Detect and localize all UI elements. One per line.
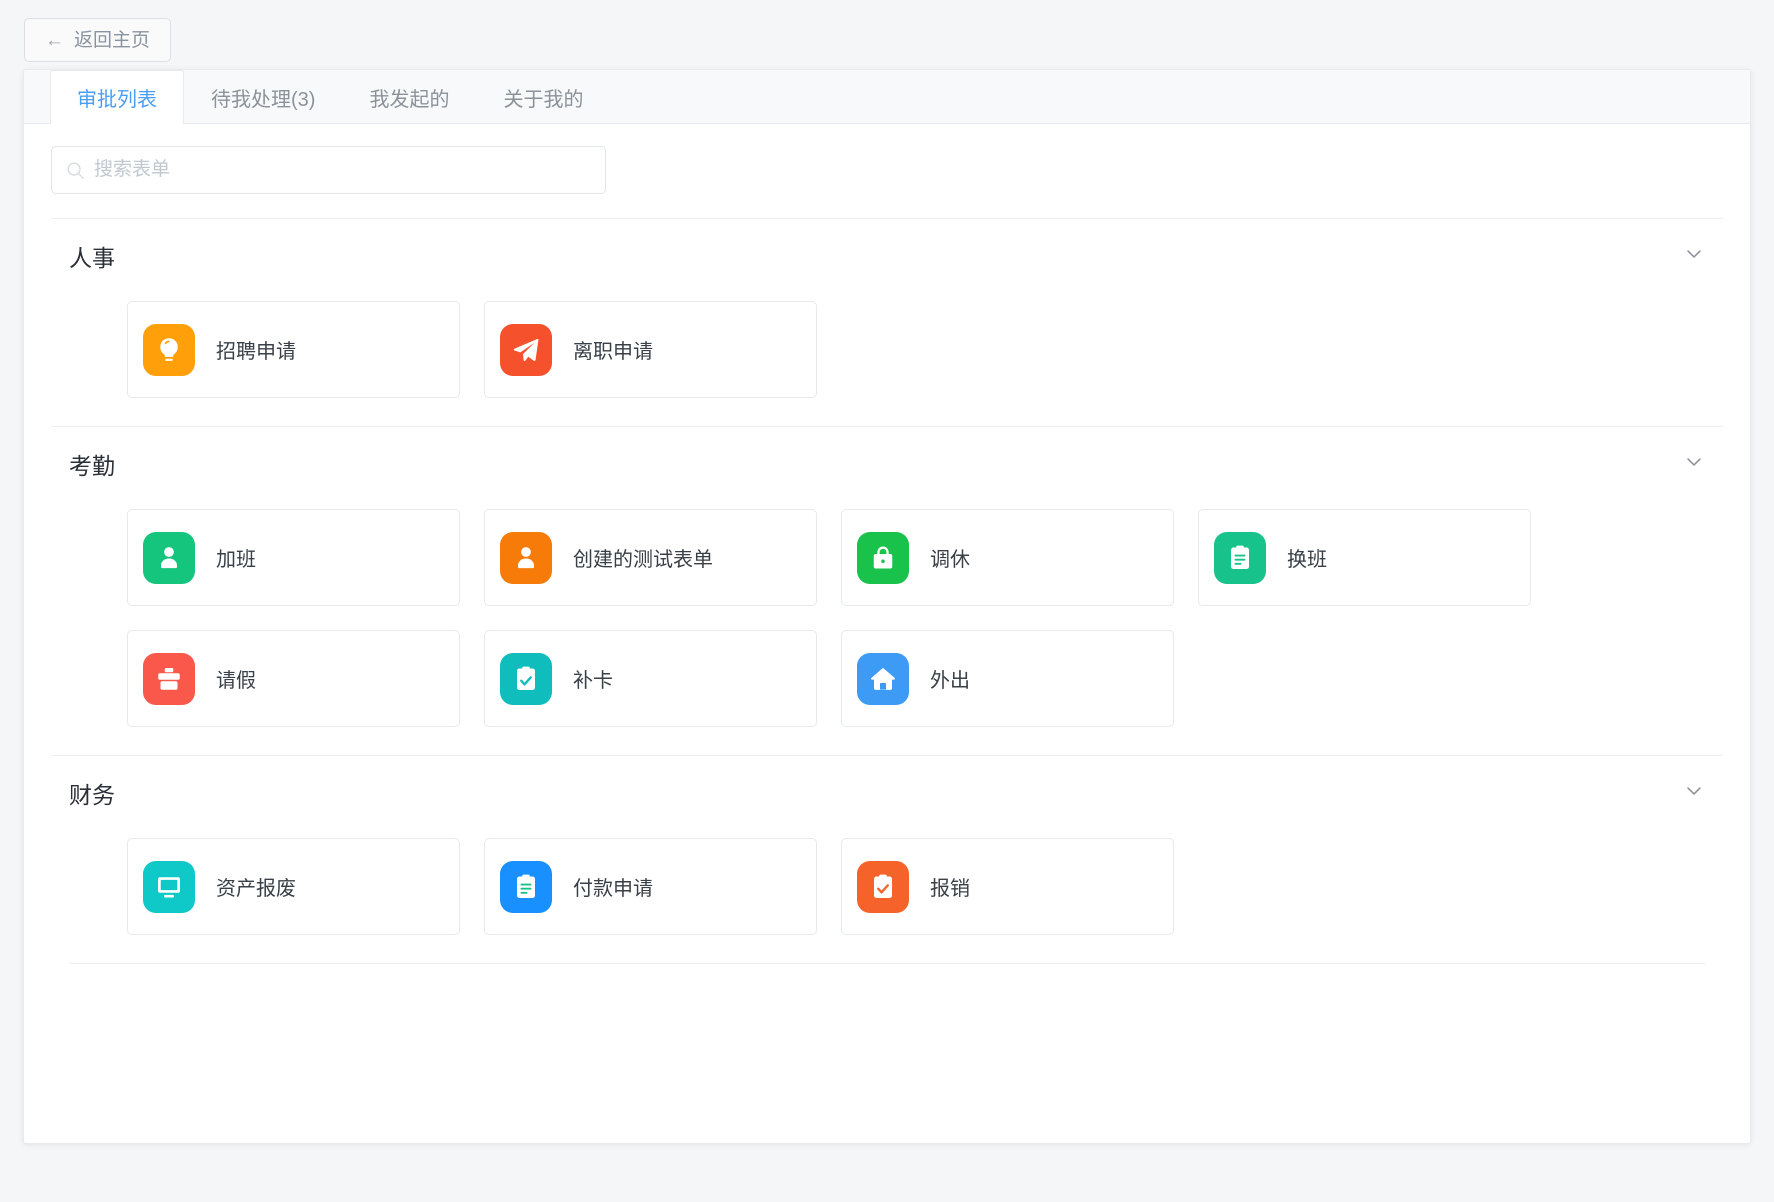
section-title: 财务 [69, 782, 115, 808]
form-card[interactable]: 创建的测试表单 [484, 509, 817, 606]
form-card-label: 请假 [216, 670, 256, 692]
form-card-grid: 招聘申请 离职申请 [51, 273, 1723, 402]
form-card-label: 招聘申请 [216, 341, 296, 363]
form-card-label: 资产报废 [216, 878, 296, 900]
paper-plane-icon [500, 323, 552, 376]
monitor-icon [143, 860, 195, 913]
clipboard-check-icon [500, 652, 552, 705]
form-card[interactable]: 资产报废 [127, 838, 460, 935]
section-header[interactable]: 考勤 [51, 427, 1723, 481]
tab-3[interactable]: 关于我的 [476, 70, 610, 124]
briefcase-icon [143, 652, 195, 705]
home-icon [857, 652, 909, 705]
form-card[interactable]: 补卡 [484, 630, 817, 727]
lightbulb-icon [143, 323, 195, 376]
sections-scroll-area[interactable]: 人事招聘申请 离职申请考勤加班 创建的测试表单 调休 换班请假 补卡 外出财务资产报废 付款申… [24, 194, 1750, 1143]
chevron-down-icon[interactable] [1683, 780, 1705, 807]
tab-1[interactable]: 待我处理(3) [184, 70, 342, 124]
search-input[interactable] [94, 159, 591, 181]
bottom-divider [69, 963, 1705, 964]
tab-bar: 审批列表 待我处理(3) 我发起的 关于我的 [24, 70, 1750, 124]
tab-label: 我发起的 [369, 89, 450, 111]
form-card[interactable]: 离职申请 [484, 301, 817, 398]
bag-icon [857, 531, 909, 584]
person-icon [143, 531, 195, 584]
form-card[interactable]: 调休 [841, 509, 1174, 606]
section-title: 人事 [69, 245, 115, 271]
form-card-label: 报销 [930, 878, 970, 900]
form-card[interactable]: 招聘申请 [127, 301, 460, 398]
form-card[interactable]: 请假 [127, 630, 460, 727]
form-card-label: 补卡 [573, 670, 613, 692]
back-bar: ← 返回主页 [0, 0, 1774, 62]
form-card-label: 换班 [1287, 549, 1327, 571]
search-box[interactable] [51, 146, 606, 194]
tab-label: 关于我的 [503, 89, 584, 111]
tab-label: 审批列表 [77, 89, 157, 111]
approval-form-picker-page: ← 返回主页 审批列表待我处理(3)我发起的关于我的 人事招聘申请离职申请考勤加… [0, 0, 1774, 1202]
section: 人事招聘申请 离职申请 [51, 218, 1723, 402]
chevron-down-icon[interactable] [1683, 243, 1705, 270]
search-icon [67, 161, 84, 179]
form-card-label: 外出 [930, 670, 970, 692]
tab-2[interactable]: 我发起的 [342, 70, 476, 124]
form-card-label: 调休 [930, 549, 970, 571]
form-card[interactable]: 付款申请 [484, 838, 817, 935]
search-area [24, 124, 1750, 194]
clipboard-icon [1214, 531, 1266, 584]
tab-0[interactable]: 审批列表 [50, 70, 184, 124]
form-card-label: 离职申请 [573, 341, 653, 363]
form-card[interactable]: 外出 [841, 630, 1174, 727]
arrow-left-icon: ← [45, 29, 64, 51]
section: 考勤加班 创建的测试表单 调休 换班请假 补卡 外出 [51, 426, 1723, 731]
clipboard-icon [500, 860, 552, 913]
section: 财务资产报废 付款申请 报销 [51, 755, 1723, 939]
clipboard-check-icon [857, 860, 909, 913]
person-icon [500, 531, 552, 584]
form-card[interactable]: 报销 [841, 838, 1174, 935]
form-card-label: 付款申请 [573, 878, 653, 900]
back-button-label: 返回主页 [74, 29, 151, 51]
back-to-home-button[interactable]: ← 返回主页 [24, 18, 172, 62]
form-card-grid: 资产报废 付款申请 报销 [51, 810, 1723, 939]
form-card-label: 加班 [216, 549, 256, 571]
chevron-down-icon[interactable] [1683, 451, 1705, 478]
form-card-grid: 加班 创建的测试表单 调休 换班请假 补卡 外出 [51, 481, 1723, 731]
section-header[interactable]: 人事 [51, 219, 1723, 273]
form-card[interactable]: 加班 [127, 509, 460, 606]
section-title: 考勤 [69, 453, 115, 479]
form-card-label: 创建的测试表单 [573, 549, 713, 571]
section-header[interactable]: 财务 [51, 756, 1723, 810]
form-card[interactable]: 换班 [1198, 509, 1531, 606]
main-panel: 审批列表 待我处理(3) 我发起的 关于我的 人事招聘申请 离职申请考勤加班 创建的测试表… [23, 69, 1751, 1144]
tab-label: 待我处理(3) [211, 89, 316, 111]
